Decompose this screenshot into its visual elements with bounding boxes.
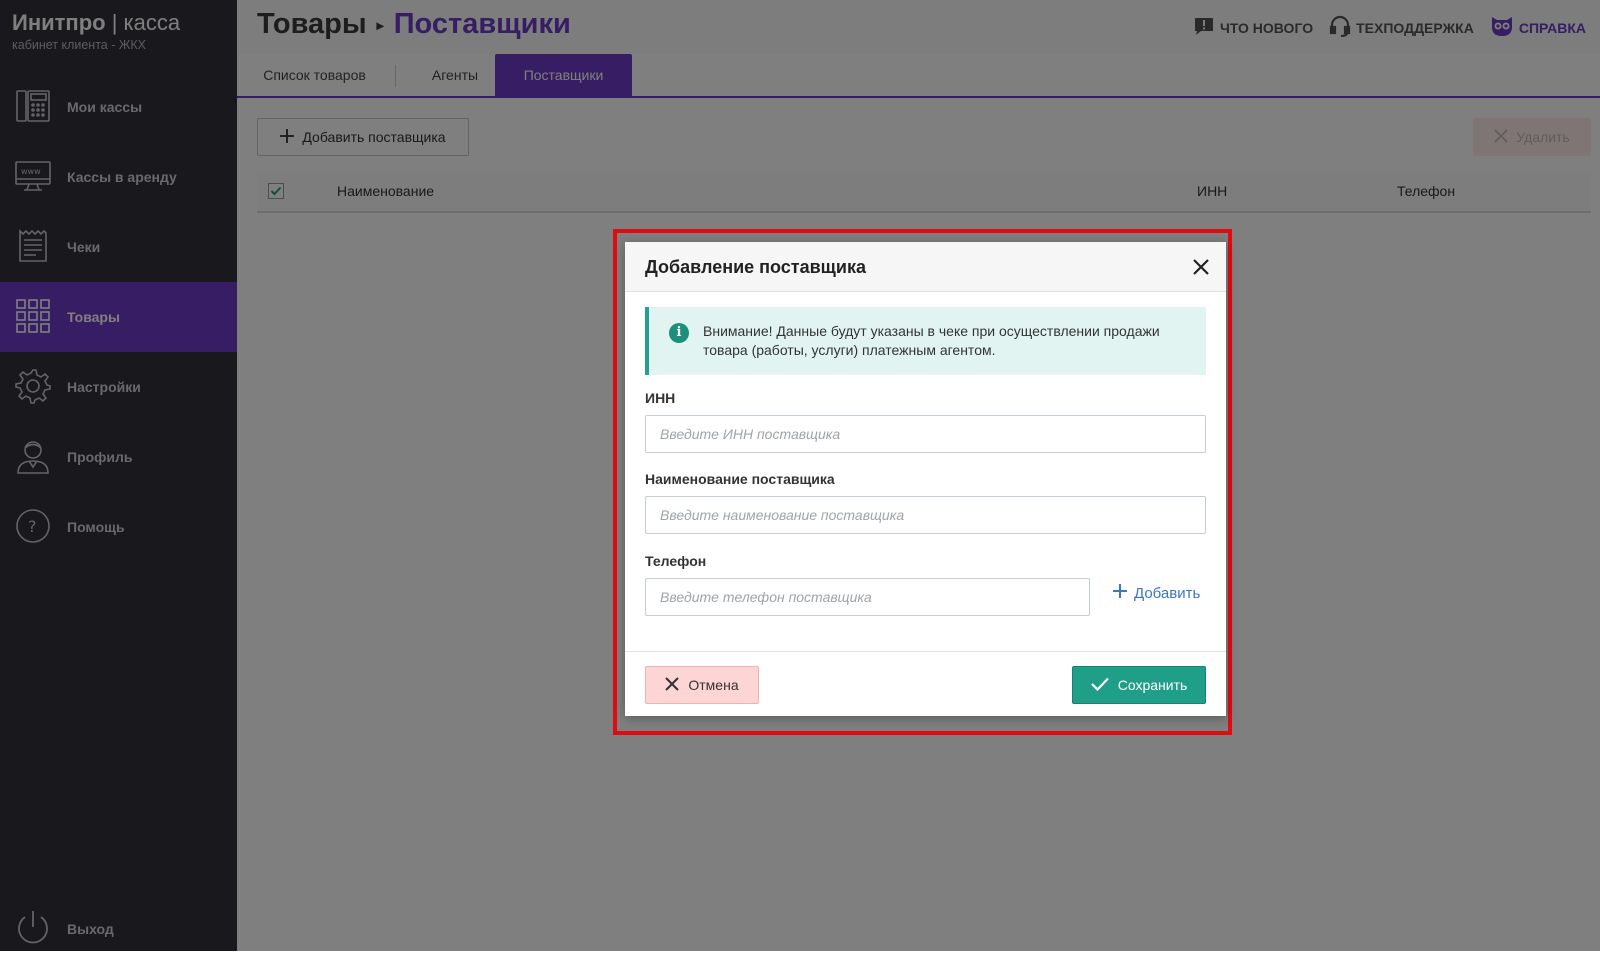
plus-icon xyxy=(1112,583,1128,603)
supplier-name-input[interactable] xyxy=(645,496,1206,534)
dialog-footer: Отмена Сохранить xyxy=(625,651,1226,717)
save-button[interactable]: Сохранить xyxy=(1072,666,1206,704)
close-dialog-button[interactable] xyxy=(1190,256,1212,278)
info-alert-text: Внимание! Данные будут указаны в чеке пр… xyxy=(703,323,1160,358)
add-phone-button[interactable]: Добавить xyxy=(1112,583,1200,603)
phone-label: Телефон xyxy=(645,553,707,569)
add-supplier-dialog: Добавление поставщика i Внимание! Данные… xyxy=(625,242,1226,716)
close-icon xyxy=(1193,259,1209,275)
add-phone-label: Добавить xyxy=(1134,584,1201,602)
inn-input[interactable] xyxy=(645,415,1206,453)
close-icon xyxy=(665,676,680,694)
inn-label: ИНН xyxy=(645,390,676,406)
dialog-title: Добавление поставщика xyxy=(645,257,866,277)
cancel-button[interactable]: Отмена xyxy=(645,666,759,704)
supplier-name-label: Наименование поставщика xyxy=(645,471,835,487)
dialog-header: Добавление поставщика xyxy=(625,242,1226,292)
phone-input[interactable] xyxy=(645,578,1090,616)
info-alert: i Внимание! Данные будут указаны в чеке … xyxy=(645,307,1206,375)
save-label: Сохранить xyxy=(1117,677,1188,693)
info-icon: i xyxy=(669,323,689,343)
check-icon xyxy=(1090,677,1109,694)
cancel-label: Отмена xyxy=(688,677,739,693)
